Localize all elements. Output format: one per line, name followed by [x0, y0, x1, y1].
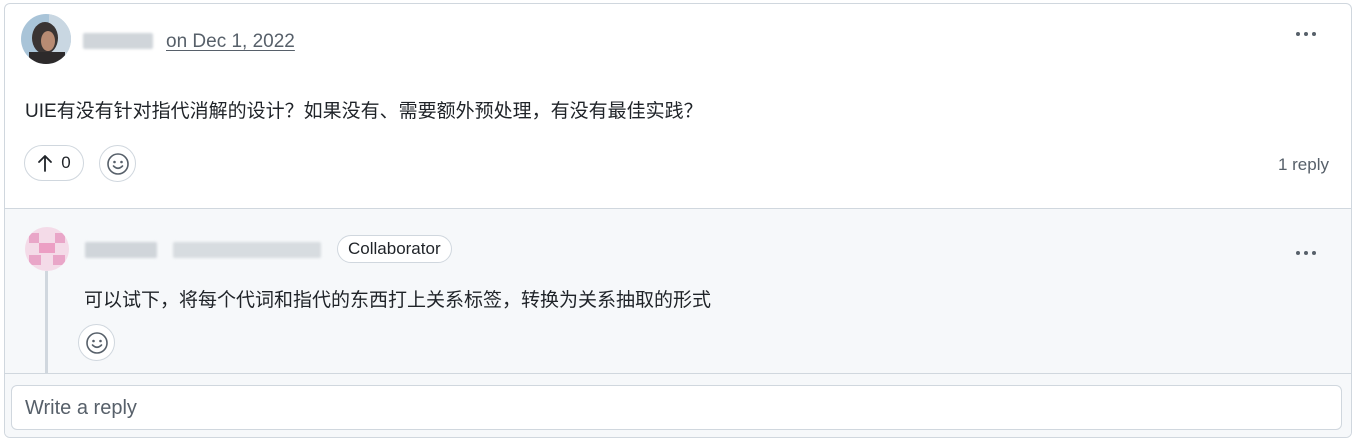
dot-icon	[1312, 251, 1316, 255]
dot-icon	[1304, 32, 1308, 36]
dot-icon	[1296, 32, 1300, 36]
reply-body: 可以试下，将每个代词和指代的东西打上关系标签，转换为关系抽取的形式	[84, 290, 712, 311]
upvote-button[interactable]: 0	[24, 145, 84, 181]
dot-icon	[1296, 251, 1300, 255]
reply-thread: Collaborator 可以试下，将每个代词和指代的东西打上关系标签，转换为关…	[5, 208, 1351, 374]
reply-count[interactable]: 1 reply	[1278, 155, 1329, 175]
reply-date-blurred[interactable]	[173, 242, 321, 258]
reply-input[interactable]: Write a reply	[11, 385, 1342, 430]
reply-author-avatar[interactable]	[25, 227, 69, 271]
reply-options-menu[interactable]	[1291, 243, 1321, 263]
post-body: UIE有没有针对指代消解的设计？如果没有、需要额外预处理，有没有最佳实践？	[25, 101, 703, 122]
dot-icon	[1304, 251, 1308, 255]
author-name-blurred[interactable]	[83, 33, 153, 49]
post-date-link[interactable]: on Dec 1, 2022	[166, 31, 295, 53]
author-avatar[interactable]	[21, 14, 71, 64]
reply-composer-area: Write a reply	[5, 373, 1351, 437]
reply-author-name-blurred[interactable]	[85, 242, 157, 258]
arrow-up-icon	[38, 155, 53, 172]
discussion-comment-card: on Dec 1, 2022 UIE有没有针对指代消解的设计？如果没有、需要额外…	[4, 3, 1352, 438]
smiley-icon	[106, 152, 129, 175]
reply-add-reaction-button[interactable]	[78, 324, 115, 361]
thread-line	[45, 271, 48, 374]
dot-icon	[1312, 32, 1316, 36]
smiley-icon	[85, 331, 108, 354]
post-options-menu[interactable]	[1291, 24, 1321, 44]
upvote-count: 0	[61, 153, 71, 172]
add-reaction-button[interactable]	[99, 145, 136, 182]
collaborator-badge: Collaborator	[337, 235, 452, 263]
